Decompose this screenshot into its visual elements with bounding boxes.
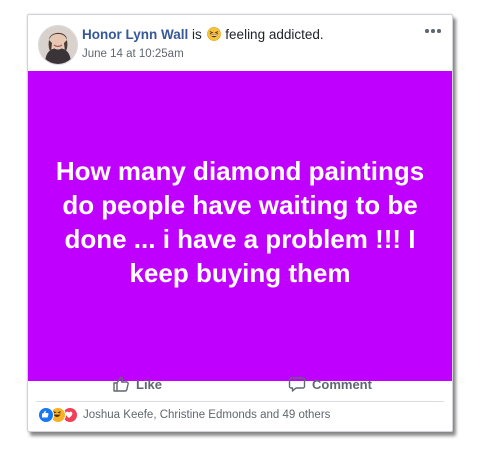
comment-label: Comment — [312, 376, 372, 392]
author-name-link[interactable]: Honor Lynn Wall — [82, 27, 188, 42]
like-button[interactable]: Like — [112, 373, 162, 395]
reactors-names[interactable]: Joshua Keefe, Christine Edmonds and 49 o… — [83, 409, 330, 421]
grinning-squinting-emoji-icon — [206, 27, 221, 41]
comment-bubble-icon — [288, 377, 306, 392]
post-header: Honor Lynn Wall is feeling addicted. Jun… — [28, 15, 452, 71]
comment-button[interactable]: Comment — [288, 373, 372, 395]
reactions-summary[interactable]: Joshua Keefe, Christine Edmonds and 49 o… — [38, 407, 330, 423]
post-background: How many diamond paintings do people hav… — [28, 71, 452, 381]
like-reaction-icon — [38, 407, 54, 423]
post-card: Honor Lynn Wall is feeling addicted. Jun… — [27, 14, 453, 432]
post-text: How many diamond paintings do people hav… — [55, 156, 425, 288]
timestamp-link[interactable]: June 14 at 10:25am — [82, 47, 412, 61]
thumbs-up-icon — [113, 376, 129, 392]
like-label: Like — [136, 376, 163, 392]
post-meta: Honor Lynn Wall is feeling addicted. Jun… — [82, 26, 412, 61]
author-avatar[interactable] — [38, 25, 78, 65]
feeling-link[interactable]: feeling addicted. — [225, 27, 323, 42]
more-options-icon[interactable] — [424, 25, 442, 37]
verb-text: is — [192, 27, 202, 42]
post-actions-bar: Like Comment — [36, 367, 444, 402]
